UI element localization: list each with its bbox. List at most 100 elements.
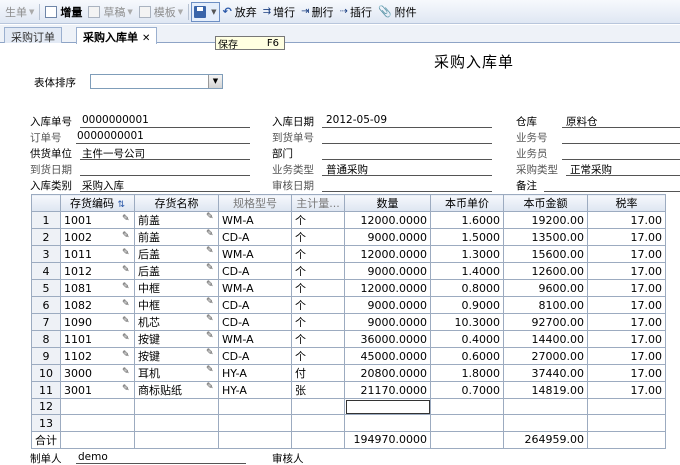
qty-cell[interactable]: 36000.0000 xyxy=(344,330,431,348)
reference-icon[interactable]: ✎ xyxy=(122,248,131,258)
code-cell[interactable]: 1082 ✎ xyxy=(60,296,135,314)
name-cell[interactable]: 后盖 ✎ xyxy=(134,245,219,263)
price-cell[interactable]: 1.4000 xyxy=(430,262,504,280)
price-cell[interactable] xyxy=(430,397,504,416)
spec-cell[interactable]: CD-A xyxy=(218,347,292,365)
tax-cell[interactable]: 17.00 xyxy=(587,364,666,382)
table-row[interactable]: 11 3001 ✎ 商标贴纸 ✎ HY-A 张 21170.0000 0.7000 14819.0… xyxy=(31,381,666,399)
price-cell[interactable]: 0.6000 xyxy=(430,347,504,365)
qty-cell[interactable]: 9000.0000 xyxy=(344,296,431,314)
unit-cell[interactable]: 个 xyxy=(291,330,345,348)
code-cell[interactable]: 1011 ✎ xyxy=(60,245,135,263)
amount-cell[interactable] xyxy=(503,414,588,432)
price-cell[interactable]: 10.3000 xyxy=(430,313,504,331)
price-cell[interactable]: 1.6000 xyxy=(430,211,504,229)
reference-icon[interactable]: ✎ xyxy=(122,316,131,326)
name-cell[interactable]: 前盖 ✎ xyxy=(134,228,219,246)
delete-row-button[interactable]: ⇥ 删行 xyxy=(298,2,336,22)
tax-cell[interactable]: 17.00 xyxy=(587,228,666,246)
tax-cell[interactable] xyxy=(587,414,666,432)
column-header[interactable]: 规格型号 xyxy=(218,194,292,212)
table-row[interactable]: 9 1102 ✎ 按键 ✎ CD-A 个 45000.0000 0.6000 27000.00 17… xyxy=(31,347,666,365)
reference-icon[interactable]: ✎ xyxy=(206,264,215,274)
reference-icon[interactable]: ✎ xyxy=(206,349,215,359)
name-cell[interactable]: 按键 ✎ xyxy=(134,347,219,365)
name-cell[interactable]: 中框 ✎ xyxy=(134,279,219,297)
code-cell[interactable] xyxy=(60,414,135,432)
column-header[interactable]: 本币单价 xyxy=(430,194,504,212)
qty-cell[interactable]: 12000.0000 xyxy=(344,245,431,263)
table-row[interactable]: 7 1090 ✎ 机芯 ✎ CD-A 个 9000.0000 10.3000 92700.00 17… xyxy=(31,313,666,331)
spec-cell[interactable]: HY-A xyxy=(218,381,292,399)
spec-cell[interactable]: WM-A xyxy=(218,330,292,348)
qty-cell[interactable]: 12000.0000 xyxy=(344,279,431,297)
sort-select[interactable]: ▼ xyxy=(90,74,223,89)
code-cell[interactable]: 1081 ✎ xyxy=(60,279,135,297)
table-row[interactable]: 12 xyxy=(31,397,666,416)
reference-icon[interactable]: ✎ xyxy=(206,332,215,342)
attachment-button[interactable]: 📎 附件 xyxy=(375,2,420,22)
qty-cell[interactable]: 9000.0000 xyxy=(344,228,431,246)
draft-button[interactable]: 草稿 ▼ xyxy=(85,2,135,22)
unit-cell[interactable]: 个 xyxy=(291,245,345,263)
amount-cell[interactable]: 8100.00 xyxy=(503,296,588,314)
spec-cell[interactable] xyxy=(218,414,292,432)
amount-cell[interactable]: 19200.00 xyxy=(503,211,588,229)
qty-cell[interactable] xyxy=(344,397,431,416)
name-cell[interactable]: 机芯 ✎ xyxy=(134,313,219,331)
unit-cell[interactable] xyxy=(291,397,345,416)
tab-purchase-order[interactable]: 采购订单 xyxy=(4,27,62,44)
reference-icon[interactable]: ✎ xyxy=(206,247,215,257)
abandon-button[interactable]: ↶ 放弃 xyxy=(220,2,260,22)
reference-icon[interactable]: ✎ xyxy=(122,350,131,360)
code-cell[interactable]: 1012 ✎ xyxy=(60,262,135,280)
amount-cell[interactable]: 13500.00 xyxy=(503,228,588,246)
table-row[interactable]: 6 1082 ✎ 中框 ✎ CD-A 个 9000.0000 0.9000 8100.00 17.0… xyxy=(31,296,666,314)
reference-icon[interactable]: ✎ xyxy=(206,230,215,240)
name-cell[interactable] xyxy=(134,414,219,432)
code-cell[interactable] xyxy=(60,397,135,416)
tax-cell[interactable]: 17.00 xyxy=(587,245,666,263)
tax-cell[interactable]: 17.00 xyxy=(587,279,666,297)
qty-cell[interactable]: 20800.0000 xyxy=(344,364,431,382)
table-row[interactable]: 1 1001 ✎ 前盖 ✎ WM-A 个 12000.0000 1.6000 19200.00 17… xyxy=(31,211,666,229)
table-row[interactable]: 5 1081 ✎ 中框 ✎ WM-A 个 12000.0000 0.8000 9600.00 17.… xyxy=(31,279,666,297)
reference-icon[interactable]: ✎ xyxy=(122,299,131,309)
reference-icon[interactable]: ✎ xyxy=(122,384,131,394)
price-cell[interactable]: 0.9000 xyxy=(430,296,504,314)
tab-purchase-receipt[interactable]: 采购入库单 ✕ xyxy=(76,27,158,44)
code-cell[interactable]: 1090 ✎ xyxy=(60,313,135,331)
reference-icon[interactable]: ✎ xyxy=(122,231,131,241)
tax-cell[interactable]: 17.00 xyxy=(587,296,666,314)
insert-row-button[interactable]: ⇢ 插行 xyxy=(337,2,375,22)
reference-icon[interactable]: ✎ xyxy=(206,298,215,308)
amount-cell[interactable]: 9600.00 xyxy=(503,279,588,297)
unit-cell[interactable]: 付 xyxy=(291,364,345,382)
close-icon[interactable]: ✕ xyxy=(142,33,150,44)
tax-cell[interactable]: 17.00 xyxy=(587,381,666,399)
qty-cell[interactable]: 21170.0000 xyxy=(344,381,431,399)
reference-icon[interactable]: ✎ xyxy=(122,282,131,292)
spec-cell[interactable]: CD-A xyxy=(218,228,292,246)
name-cell[interactable]: 按键 ✎ xyxy=(134,330,219,348)
reference-icon[interactable]: ✎ xyxy=(206,383,215,393)
name-cell[interactable]: 中框 ✎ xyxy=(134,296,219,314)
qty-cell[interactable]: 12000.0000 xyxy=(344,211,431,229)
spec-cell[interactable] xyxy=(218,397,292,416)
table-row[interactable]: 2 1002 ✎ 前盖 ✎ CD-A 个 9000.0000 1.5000 13500.00 17.… xyxy=(31,228,666,246)
tax-cell[interactable] xyxy=(587,397,666,416)
unit-cell[interactable]: 个 xyxy=(291,262,345,280)
amount-cell[interactable]: 12600.00 xyxy=(503,262,588,280)
table-row[interactable]: 3 1011 ✎ 后盖 ✎ WM-A 个 12000.0000 1.3000 15600.00 17… xyxy=(31,245,666,263)
column-header[interactable]: 数量 xyxy=(344,194,431,212)
tax-cell[interactable]: 17.00 xyxy=(587,313,666,331)
reference-icon[interactable]: ✎ xyxy=(206,366,215,376)
spec-cell[interactable]: WM-A xyxy=(218,279,292,297)
amount-cell[interactable]: 15600.00 xyxy=(503,245,588,263)
unit-cell[interactable] xyxy=(291,414,345,432)
chevron-down-icon[interactable]: ▼ xyxy=(208,75,222,88)
price-cell[interactable]: 1.3000 xyxy=(430,245,504,263)
entry-no-field[interactable]: 0000000001 xyxy=(82,114,149,126)
spec-cell[interactable]: CD-A xyxy=(218,313,292,331)
amount-cell[interactable]: 37440.00 xyxy=(503,364,588,382)
